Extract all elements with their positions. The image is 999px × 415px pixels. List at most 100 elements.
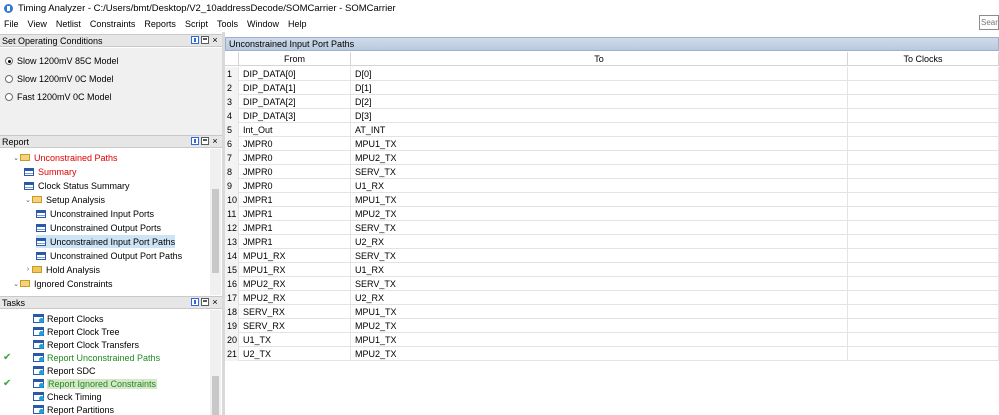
table-icon	[24, 167, 34, 176]
tasks-scrollbar[interactable]	[210, 310, 221, 415]
to-cell: SERV_TX	[351, 249, 848, 263]
folder-icon	[32, 196, 42, 203]
from-cell: DIP_DATA[3]	[239, 109, 351, 123]
table-row[interactable]: 5 Int_Out AT_INT	[225, 123, 999, 137]
pin-icon[interactable]	[191, 298, 199, 306]
column-header-from[interactable]: From	[239, 52, 351, 66]
task-item[interactable]: Report Partitions	[0, 403, 210, 415]
tree-item[interactable]: Unconstrained Output Port Paths	[36, 249, 182, 262]
operating-condition-option[interactable]: Slow 1200mV 85C Model	[5, 56, 119, 66]
chevron-right-icon[interactable]: ›	[24, 266, 32, 273]
close-icon[interactable]: ×	[211, 298, 219, 307]
report-view-tab[interactable]: Unconstrained Input Port Paths	[225, 37, 999, 51]
tree-item[interactable]: Unconstrained Input Port Paths	[36, 235, 176, 248]
table-row[interactable]: 21 U2_TX MPU2_TX	[225, 347, 999, 361]
task-item[interactable]: Report SDC	[0, 364, 210, 377]
chevron-down-icon[interactable]: ⌄	[12, 154, 20, 162]
menu-help[interactable]: Help	[288, 19, 307, 29]
tree-item[interactable]: Unconstrained Output Ports	[36, 221, 161, 234]
index-column-header[interactable]	[225, 52, 239, 66]
option-label: Slow 1200mV 85C Model	[17, 56, 119, 66]
table-row[interactable]: 11 JMPR1 MPU2_TX	[225, 207, 999, 221]
menu-tools[interactable]: Tools	[217, 19, 238, 29]
table-row[interactable]: 9 JMPR0 U1_RX	[225, 179, 999, 193]
menu-netlist[interactable]: Netlist	[56, 19, 81, 29]
table-row[interactable]: 12 JMPR1 SERV_TX	[225, 221, 999, 235]
pin-icon[interactable]	[191, 36, 199, 44]
menu-reports[interactable]: Reports	[144, 19, 176, 29]
to-clocks-cell	[848, 165, 999, 179]
table-row[interactable]: 18 SERV_RX MPU1_TX	[225, 305, 999, 319]
table-row[interactable]: 1 DIP_DATA[0] D[0]	[225, 67, 999, 81]
option-label: Slow 1200mV 0C Model	[17, 74, 114, 84]
float-icon[interactable]	[201, 137, 209, 145]
tree-item[interactable]: › Hold Analysis	[24, 263, 100, 276]
task-item[interactable]: Report Clock Tree	[0, 325, 210, 338]
to-clocks-cell	[848, 179, 999, 193]
tree-item-label: Unconstrained Paths	[34, 152, 118, 163]
float-icon[interactable]	[201, 36, 209, 44]
table-row[interactable]: 6 JMPR0 MPU1_TX	[225, 137, 999, 151]
pin-icon[interactable]	[191, 137, 199, 145]
table-row[interactable]: 17 MPU2_RX U2_RX	[225, 291, 999, 305]
close-icon[interactable]: ×	[211, 137, 219, 146]
close-icon[interactable]: ×	[211, 36, 219, 45]
tree-item[interactable]: Clock Status Summary	[24, 179, 130, 192]
table-icon	[36, 209, 46, 218]
task-item[interactable]: ✔ Report Ignored Constraints	[0, 377, 210, 390]
report-tree: ⌄ Unconstrained Paths Summary Clock Status …	[0, 149, 222, 295]
operating-condition-option[interactable]: Slow 1200mV 0C Model	[5, 74, 114, 84]
task-item[interactable]: Report Clocks	[0, 312, 210, 325]
tree-item[interactable]: ⌄ Unconstrained Paths	[12, 151, 118, 164]
menu-script[interactable]: Script	[185, 19, 208, 29]
table-row[interactable]: 19 SERV_RX MPU2_TX	[225, 319, 999, 333]
table-row[interactable]: 2 DIP_DATA[1] D[1]	[225, 81, 999, 95]
column-header-to[interactable]: To	[351, 52, 848, 66]
task-item[interactable]: Report Clock Transfers	[0, 338, 210, 351]
to-cell: SERV_TX	[351, 221, 848, 235]
tree-item[interactable]: Unconstrained Input Ports	[36, 207, 154, 220]
table-row[interactable]: 13 JMPR1 U2_RX	[225, 235, 999, 249]
to-clocks-cell	[848, 151, 999, 165]
table-row[interactable]: 15 MPU1_RX U1_RX	[225, 263, 999, 277]
search-input[interactable]: Search	[979, 15, 999, 30]
report-scrollbar[interactable]	[210, 149, 221, 295]
menu-view[interactable]: View	[28, 19, 47, 29]
menu-constraints[interactable]: Constraints	[90, 19, 136, 29]
table-row[interactable]: 14 MPU1_RX SERV_TX	[225, 249, 999, 263]
float-icon[interactable]	[201, 298, 209, 306]
row-index: 15	[225, 263, 239, 277]
table-row[interactable]: 20 U1_TX MPU1_TX	[225, 333, 999, 347]
row-index: 8	[225, 165, 239, 179]
tasks-scrollbar-thumb[interactable]	[212, 376, 219, 415]
report-scrollbar-thumb[interactable]	[212, 189, 219, 273]
menu-window[interactable]: Window	[247, 19, 279, 29]
tree-item[interactable]: Summary	[24, 165, 77, 178]
chevron-down-icon[interactable]: ⌄	[24, 196, 32, 204]
to-clocks-cell	[848, 319, 999, 333]
radio-button[interactable]	[5, 75, 13, 83]
chevron-down-icon[interactable]: ⌄	[12, 280, 20, 288]
tree-item[interactable]: ⌄ Ignored Constraints	[12, 277, 112, 290]
table-row[interactable]: 4 DIP_DATA[3] D[3]	[225, 109, 999, 123]
tree-item[interactable]: ⌄ Setup Analysis	[24, 193, 105, 206]
checkmark-icon: ✔	[3, 378, 12, 389]
operating-condition-option[interactable]: Fast 1200mV 0C Model	[5, 92, 112, 102]
radio-button[interactable]	[5, 57, 13, 65]
task-item[interactable]: Check Timing	[0, 390, 210, 403]
column-header-to-clocks[interactable]: To Clocks	[848, 52, 999, 66]
table-row[interactable]: 7 JMPR0 MPU2_TX	[225, 151, 999, 165]
from-cell: JMPR1	[239, 193, 351, 207]
to-clocks-cell	[848, 305, 999, 319]
table-row[interactable]: 10 JMPR1 MPU1_TX	[225, 193, 999, 207]
operating-conditions-title: Set Operating Conditions	[2, 35, 103, 46]
row-index: 13	[225, 235, 239, 249]
menu-file[interactable]: File	[4, 19, 19, 29]
from-cell: U1_TX	[239, 333, 351, 347]
from-cell: SERV_RX	[239, 319, 351, 333]
table-row[interactable]: 3 DIP_DATA[2] D[2]	[225, 95, 999, 109]
task-item[interactable]: ✔ Report Unconstrained Paths	[0, 351, 210, 364]
table-row[interactable]: 16 MPU2_RX SERV_TX	[225, 277, 999, 291]
table-row[interactable]: 8 JMPR0 SERV_TX	[225, 165, 999, 179]
radio-button[interactable]	[5, 93, 13, 101]
